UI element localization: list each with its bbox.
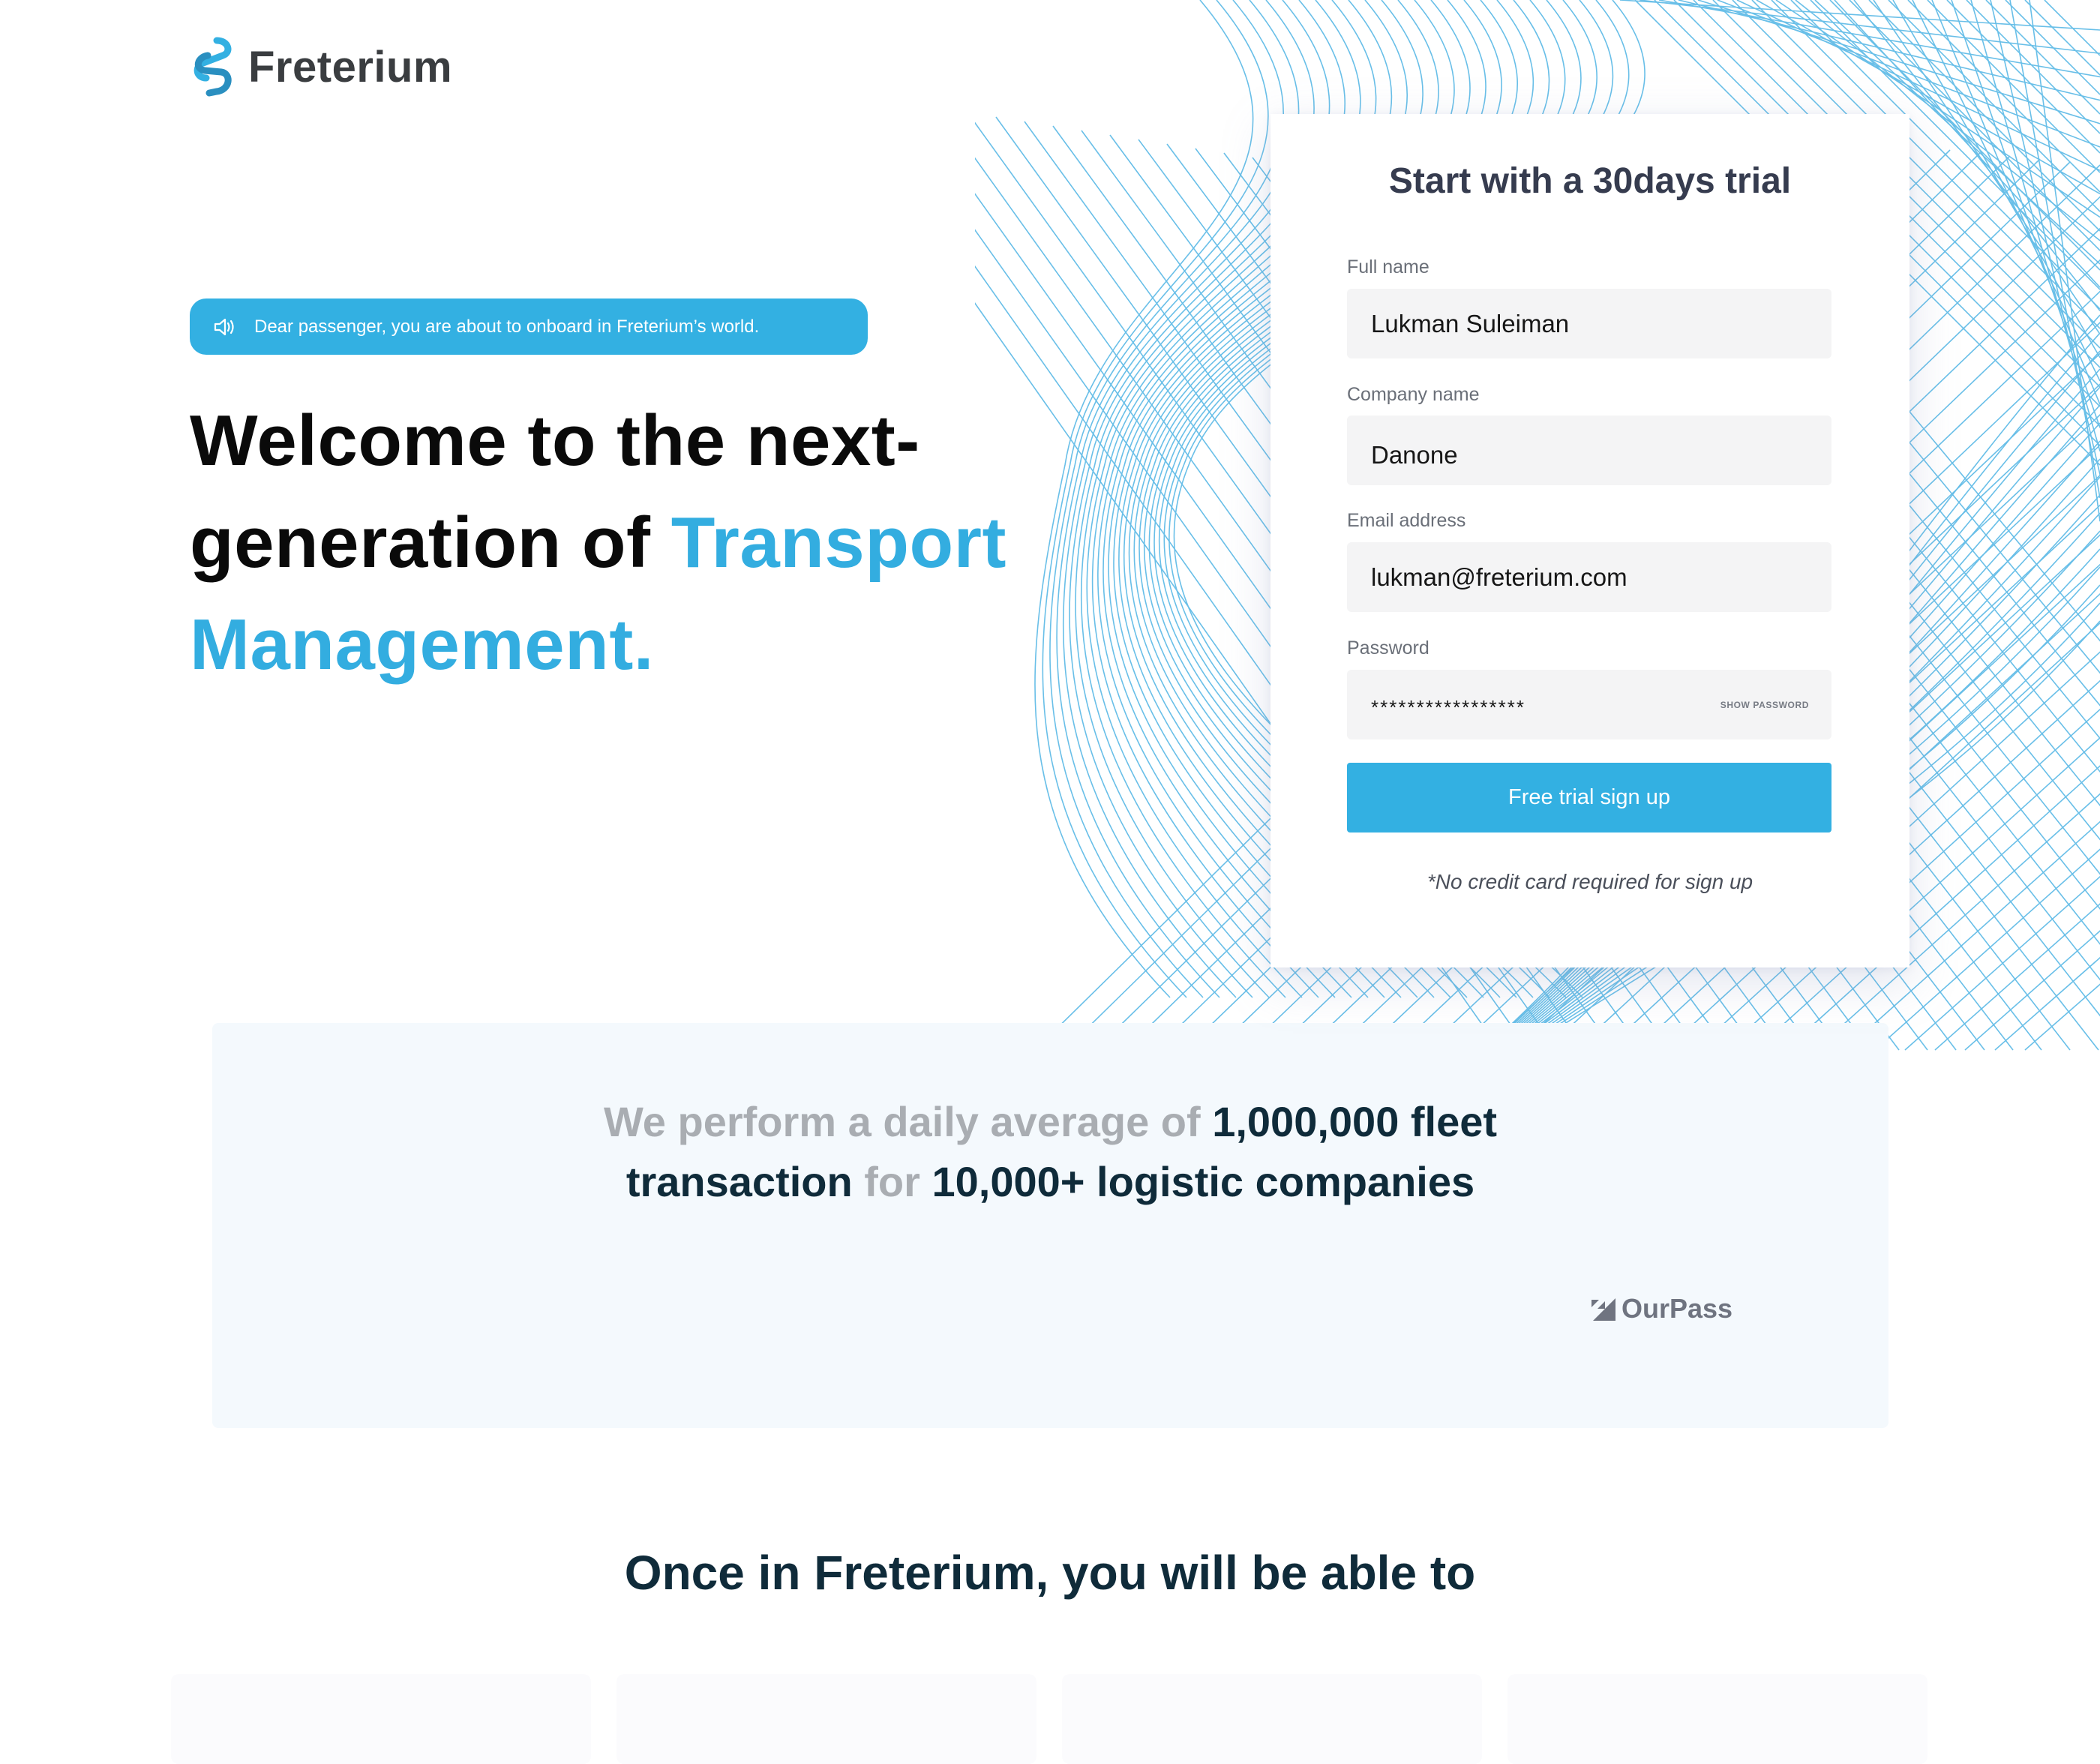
full-name-label: Full name [1347,256,1430,278]
company-name-field[interactable]: Danone [1347,416,1832,485]
show-password-toggle[interactable]: SHOW PASSWORD [1720,700,1809,710]
company-name-label: Company name [1347,384,1480,405]
full-name-value: Lukman Suleiman [1371,309,1570,338]
feature-card [171,1674,591,1764]
company-name-value: Danone [1371,440,1458,469]
email-value: lukman@freterium.com [1371,562,1628,591]
freterium-logo-icon [194,37,232,97]
feature-card [1508,1674,1928,1764]
stats-bold-2: transaction [626,1158,853,1205]
hero-line-2: generation of [190,502,671,583]
signup-title: Start with a 30days trial [1388,161,1792,201]
feature-card [616,1674,1036,1764]
speaker-icon [214,318,234,335]
brand-name: Freterium [248,42,453,92]
announcement-text: Dear passenger, you are about to onboard… [254,316,760,337]
partner-logo-ourpass: OurPass [1590,1293,1732,1324]
signup-card: Start with a 30days trial Full name Lukm… [1270,114,1910,968]
no-credit-card-note: *No credit card required for sign up [1426,870,1754,893]
stats-section: We perform a daily average of 1,000,000 … [212,1023,1888,1428]
password-value: ***************** [1371,696,1526,718]
stats-muted-1: We perform a daily average of [603,1098,1213,1145]
hero-heading: Welcome to the next- generation of Trans… [190,390,1127,696]
ourpass-logo-icon [1592,1298,1616,1321]
announcement-banner: Dear passenger, you are about to onboard… [190,298,868,355]
features-heading: Once in Freterium, you will be able to [624,1546,1476,1600]
hero-accent-management: Management. [190,604,654,685]
free-trial-signup-button[interactable]: Free trial sign up [1347,763,1832,832]
full-name-field[interactable]: Lukman Suleiman [1347,289,1832,358]
feature-card [1062,1674,1482,1764]
brand-logo[interactable]: Freterium [190,36,452,98]
email-label: Email address [1347,510,1466,531]
stats-muted-2: for [852,1158,932,1205]
password-field[interactable]: ***************** SHOW PASSWORD [1347,670,1832,740]
hero-line-1: Welcome to the next- [190,400,920,481]
stats-bold-3: 10,000+ logistic companies [932,1158,1475,1205]
stats-text: We perform a daily average of 1,000,000 … [212,1092,1888,1212]
email-field[interactable]: lukman@freterium.com [1347,542,1832,612]
ourpass-logo-text: OurPass [1622,1293,1733,1324]
password-label: Password [1347,638,1430,658]
hero-accent-transport: Transport [670,502,1006,583]
stats-bold-1: 1,000,000 fleet [1212,1098,1498,1145]
